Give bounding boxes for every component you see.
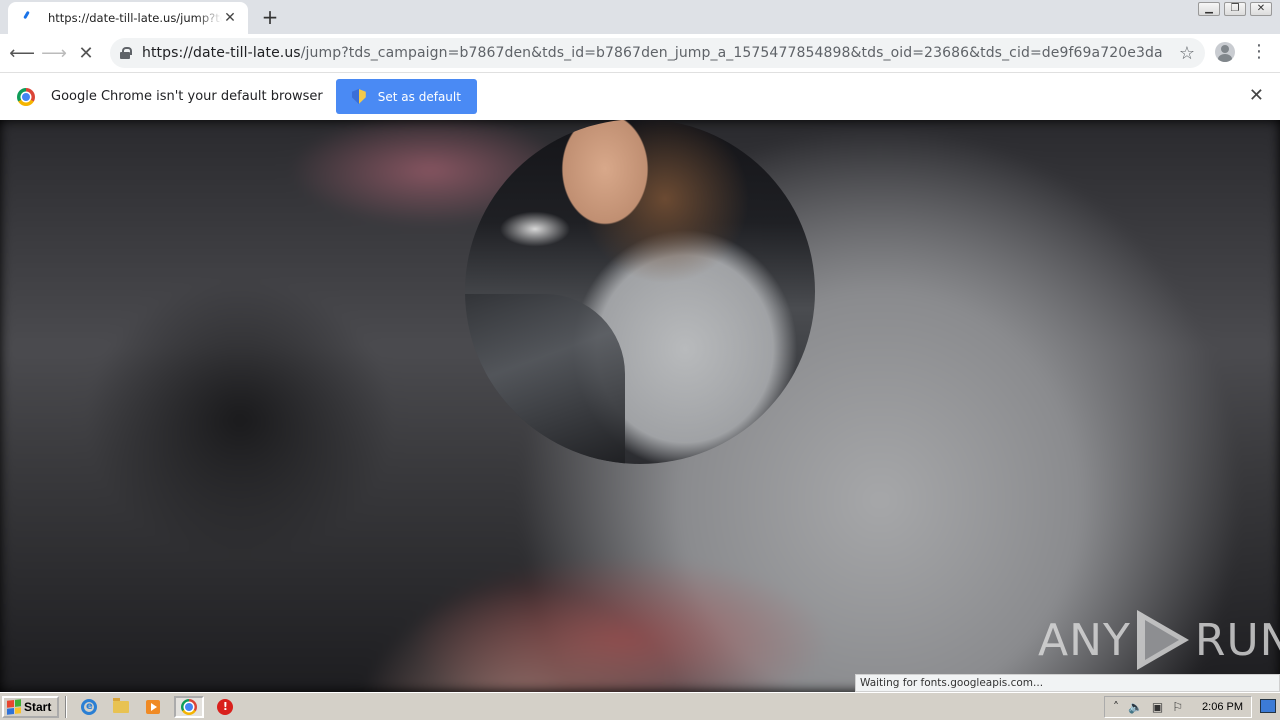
forward-button[interactable]: ⟶ xyxy=(38,37,70,69)
close-window-button[interactable]: ✕ xyxy=(1250,2,1272,16)
watermark-play-icon xyxy=(1136,610,1189,670)
set-as-default-button[interactable]: Set as default xyxy=(335,79,477,114)
browser-tab[interactable]: https://date-till-late.us/jump?tds_campa… xyxy=(8,2,248,34)
tab-close-icon[interactable]: ✕ xyxy=(222,10,238,26)
url-text[interactable]: https://date-till-late.us/jump?tds_campa… xyxy=(142,45,1162,61)
infobar-message: Google Chrome isn't your default browser xyxy=(51,89,323,104)
uac-shield-icon xyxy=(351,89,366,104)
volume-icon[interactable]: 🔈 xyxy=(1128,700,1143,714)
quicklaunch-ie[interactable]: e xyxy=(78,696,100,718)
set-as-default-label: Set as default xyxy=(377,89,461,104)
quicklaunch-media-player[interactable] xyxy=(142,696,164,718)
address-bar[interactable]: https://date-till-late.us/jump?tds_campa… xyxy=(110,38,1205,68)
chrome-icon xyxy=(181,698,198,715)
show-desktop-button[interactable] xyxy=(1260,699,1276,713)
loading-favicon-icon xyxy=(22,10,38,26)
taskbar-separator xyxy=(65,695,68,718)
watermark-right-text: RUN xyxy=(1194,614,1280,666)
internet-explorer-icon: e xyxy=(81,698,98,715)
profile-avatar-icon[interactable] xyxy=(1215,42,1235,62)
tray-expand-icon[interactable]: ˄ xyxy=(1113,700,1119,714)
start-button[interactable]: Start xyxy=(2,695,60,718)
infobar-close-icon[interactable]: ✕ xyxy=(1249,87,1264,105)
browser-toolbar: ⟵ ⟶ ✕ https://date-till-late.us/jump?tds… xyxy=(0,34,1280,72)
folder-icon xyxy=(113,697,130,713)
stop-loading-button[interactable]: ✕ xyxy=(70,37,102,69)
watermark-left-text: ANY xyxy=(1038,614,1131,666)
chrome-menu-icon[interactable]: ⋮ xyxy=(1250,40,1268,64)
quicklaunch-explorer[interactable] xyxy=(110,696,132,718)
anyrun-watermark: ANY RUN xyxy=(1038,610,1280,670)
circular-profile-photo[interactable] xyxy=(465,120,815,464)
minimize-button[interactable]: ▁ xyxy=(1198,2,1220,16)
photo-car-shape xyxy=(465,294,625,464)
tab-title: https://date-till-late.us/jump?tds_campa… xyxy=(48,11,222,25)
default-browser-infobar: Google Chrome isn't your default browser… xyxy=(0,72,1280,120)
windows-flag-icon xyxy=(7,698,21,715)
back-button[interactable]: ⟵ xyxy=(6,37,38,69)
action-center-flag-icon[interactable]: ⚐ xyxy=(1172,700,1183,714)
status-bubble: Waiting for fonts.googleapis.com... xyxy=(855,674,1280,692)
system-tray: ˄ 🔈 ▣ ⚐ 2:06 PM xyxy=(1103,696,1252,718)
tab-strip: https://date-till-late.us/jump?tds_campa… xyxy=(0,0,1280,34)
taskbar-stop-app[interactable]: ! xyxy=(214,696,236,718)
chrome-logo-icon xyxy=(17,87,35,106)
screen: https://date-till-late.us/jump?tds_campa… xyxy=(0,0,1280,720)
url-host: https://date-till-late.us xyxy=(142,45,301,61)
stop-sign-icon: ! xyxy=(217,698,234,715)
system-clock[interactable]: 2:06 PM xyxy=(1202,701,1243,713)
windows-taskbar: Start e ! ˄ 🔈 ▣ ⚐ 2:06 PM xyxy=(0,692,1280,720)
bookmark-star-icon[interactable]: ☆ xyxy=(1179,43,1195,64)
restore-button[interactable]: ❐ xyxy=(1224,2,1246,16)
url-path: /jump?tds_campaign=b7867den&tds_id=b7867… xyxy=(300,45,1162,61)
new-tab-button[interactable]: + xyxy=(260,7,280,27)
taskbar-chrome[interactable] xyxy=(174,695,205,718)
start-label: Start xyxy=(24,699,52,714)
lock-icon[interactable] xyxy=(120,47,132,59)
page-content: ANY RUN Waiting for fonts.googleapis.com… xyxy=(0,120,1280,692)
window-controls: ▁ ❐ ✕ xyxy=(1198,2,1272,16)
network-icon[interactable]: ▣ xyxy=(1152,700,1163,714)
media-player-icon xyxy=(146,699,161,714)
